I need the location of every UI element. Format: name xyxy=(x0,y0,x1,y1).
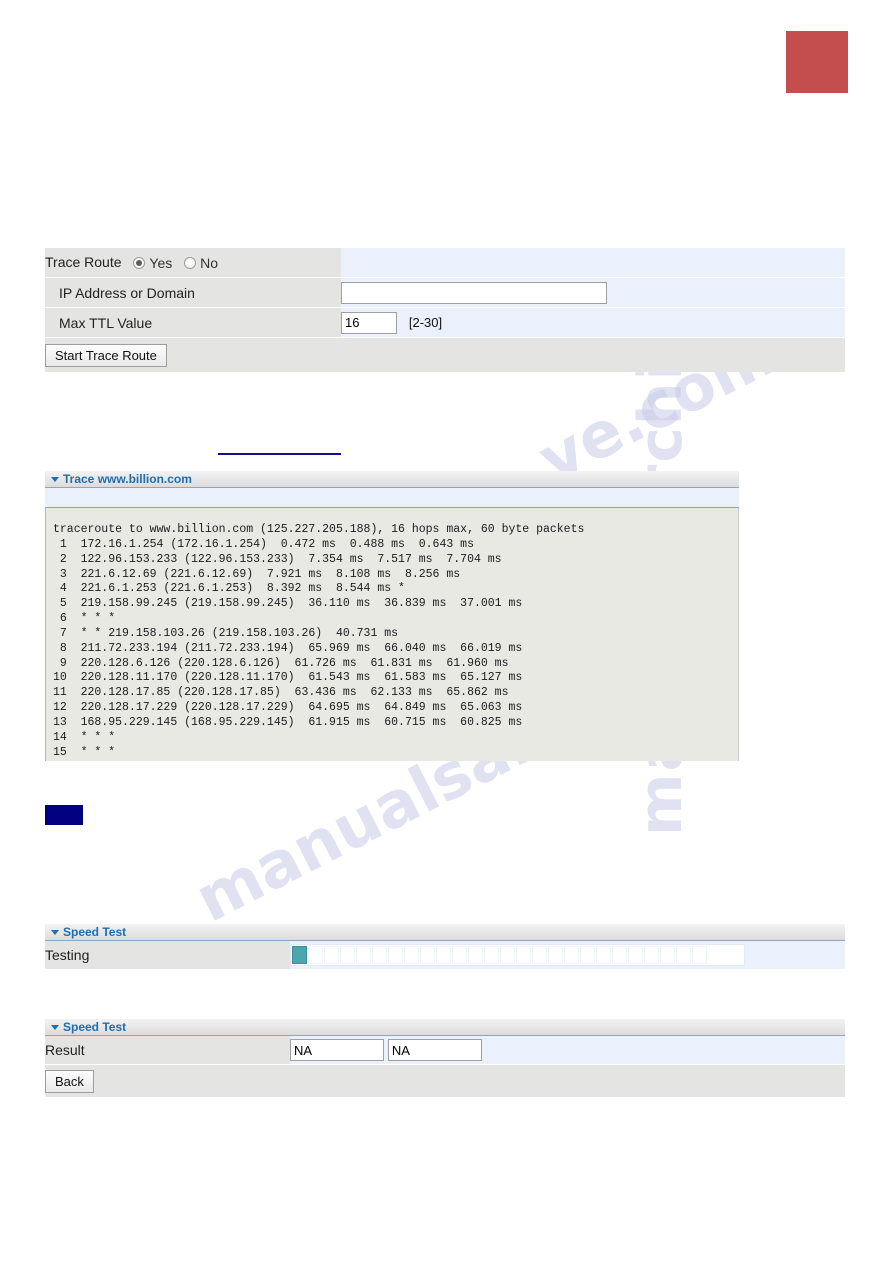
table-row-max-ttl: Max TTL Value [2-30] xyxy=(45,307,845,338)
back-button[interactable]: Back xyxy=(45,1069,94,1093)
speed-test-result-table: Result Back xyxy=(45,1036,845,1097)
ip-domain-label: IP Address or Domain xyxy=(59,284,195,301)
progress-segment xyxy=(516,946,531,964)
trace-output-panel: Trace www.billion.com traceroute to www.… xyxy=(45,471,739,761)
progress-segment xyxy=(660,946,675,964)
trace-output-box[interactable]: traceroute to www.billion.com (125.227.2… xyxy=(45,508,739,761)
table-row-testing: Testing xyxy=(45,941,845,970)
progress-segment xyxy=(324,946,339,964)
progress-segment xyxy=(292,946,307,964)
trace-route-row-value xyxy=(341,248,845,278)
ip-domain-row-label: IP Address or Domain xyxy=(45,277,341,308)
trace-output-text: traceroute to www.billion.com (125.227.2… xyxy=(53,523,585,761)
progress-segment xyxy=(340,946,355,964)
testing-status-label: Testing xyxy=(45,941,290,970)
progress-segment xyxy=(388,946,403,964)
progress-segment xyxy=(404,946,419,964)
result-label: Result xyxy=(45,1036,290,1065)
speed-test-running-table: Testing xyxy=(45,941,845,970)
progress-segment xyxy=(420,946,435,964)
trace-panel-subbar xyxy=(45,488,739,508)
progress-segment xyxy=(436,946,451,964)
progress-segment xyxy=(356,946,371,964)
progress-segment xyxy=(308,946,323,964)
ip-domain-input[interactable] xyxy=(341,281,607,304)
progress-segment xyxy=(596,946,611,964)
progress-segment xyxy=(372,946,387,964)
radio-yes-icon[interactable] xyxy=(133,257,146,270)
speed-test-progress-bar xyxy=(290,944,745,966)
trace-route-row-label: Trace Route Yes No xyxy=(45,248,341,278)
speed-test-result-header[interactable]: Speed Test xyxy=(45,1019,845,1036)
max-ttl-range-hint: [2-30] xyxy=(408,315,443,330)
ip-domain-row-value xyxy=(341,277,845,308)
trace-form-footer: Start Trace Route xyxy=(45,337,845,372)
chevron-down-icon[interactable] xyxy=(51,476,59,482)
progress-segment xyxy=(692,946,707,964)
result-value-input-2[interactable] xyxy=(387,1039,482,1061)
navy-horizontal-rule xyxy=(218,453,341,455)
speed-test-result-footer: Back xyxy=(45,1064,845,1097)
progress-segment xyxy=(676,946,691,964)
result-values-cell xyxy=(290,1036,845,1065)
radio-no-icon[interactable] xyxy=(184,257,197,270)
chevron-down-icon[interactable] xyxy=(51,1024,59,1030)
navy-box-marker xyxy=(45,805,83,825)
progress-segment xyxy=(484,946,499,964)
max-ttl-row-label: Max TTL Value xyxy=(45,307,341,338)
table-row-actions: Start Trace Route xyxy=(45,337,845,372)
trace-route-radio-no[interactable]: No xyxy=(184,255,218,271)
result-value-input-1[interactable] xyxy=(290,1039,384,1061)
progress-segment xyxy=(564,946,579,964)
progress-segment xyxy=(468,946,483,964)
progress-segment xyxy=(580,946,595,964)
speed-test-result-panel: Speed Test Result Back xyxy=(45,1019,845,1097)
trace-route-radio-yes[interactable]: Yes xyxy=(133,255,172,271)
start-trace-route-button[interactable]: Start Trace Route xyxy=(45,343,167,367)
testing-progress-cell xyxy=(290,941,845,970)
speed-test-running-header[interactable]: Speed Test xyxy=(45,924,845,941)
speed-test-running-panel: Speed Test Testing xyxy=(45,924,845,970)
speed-test-result-title: Speed Test xyxy=(63,1020,127,1034)
progress-segment xyxy=(612,946,627,964)
table-row-ip-domain: IP Address or Domain xyxy=(45,277,845,308)
table-row-trace-route: Trace Route Yes No xyxy=(45,248,845,278)
table-row-back-action: Back xyxy=(45,1064,845,1097)
trace-panel-header[interactable]: Trace www.billion.com xyxy=(45,471,739,488)
progress-segment xyxy=(532,946,547,964)
radio-yes-label: Yes xyxy=(149,255,173,272)
progress-segment xyxy=(500,946,515,964)
progress-segment xyxy=(628,946,643,964)
max-ttl-label: Max TTL Value xyxy=(59,314,153,331)
trace-route-form: Trace Route Yes No IP Address or Domain … xyxy=(45,248,845,372)
table-row-result: Result xyxy=(45,1036,845,1065)
red-square-marker xyxy=(786,31,848,93)
progress-segment xyxy=(644,946,659,964)
trace-route-label: Trace Route xyxy=(45,253,122,270)
speed-test-running-title: Speed Test xyxy=(63,925,127,939)
progress-segment xyxy=(548,946,563,964)
chevron-down-icon[interactable] xyxy=(51,929,59,935)
trace-panel-title: Trace www.billion.com xyxy=(63,472,192,486)
progress-segment xyxy=(452,946,467,964)
radio-no-label: No xyxy=(200,255,219,272)
max-ttl-input[interactable] xyxy=(341,311,397,334)
max-ttl-row-value: [2-30] xyxy=(341,307,845,338)
